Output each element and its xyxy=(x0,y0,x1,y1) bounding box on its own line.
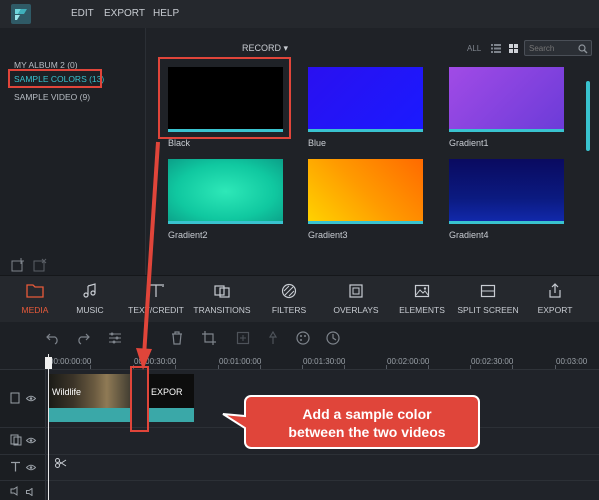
pip-track-icon xyxy=(10,434,22,446)
clip-audio-waveform xyxy=(48,408,132,422)
tab-label: TRANSITIONS xyxy=(193,305,251,315)
filmora-logo-icon xyxy=(15,9,27,20)
tab-export[interactable]: EXPORT xyxy=(533,276,577,323)
gap-highlight-box xyxy=(130,366,149,432)
library-item-sample-video[interactable]: SAMPLE VIDEO (9) xyxy=(14,92,90,102)
folder-icon xyxy=(26,284,44,298)
tab-label: TEXT/CREDIT xyxy=(128,305,184,315)
tab-filters[interactable]: FILTERS xyxy=(264,276,314,323)
timecode: 00:02:00:00 xyxy=(387,357,430,366)
chevron-down-icon: ▾ xyxy=(283,43,289,53)
menu-edit[interactable]: EDIT xyxy=(71,8,94,19)
crop-icon[interactable] xyxy=(202,331,216,345)
tab-music[interactable]: MUSIC xyxy=(68,276,112,323)
color-swatch xyxy=(168,159,283,224)
record-dropdown[interactable]: RECORD ▾ xyxy=(242,43,288,54)
menubar: EDIT EXPORT HELP xyxy=(0,0,599,28)
adjust-icon[interactable] xyxy=(108,331,122,345)
color-swatch xyxy=(308,67,423,132)
elements-icon xyxy=(414,284,430,298)
timecode: 00:01:00:00 xyxy=(219,357,262,366)
freeze-frame-icon[interactable] xyxy=(236,331,250,345)
timecode: 00:00:00:00 xyxy=(49,357,92,366)
text-icon xyxy=(148,284,164,297)
music-note-icon xyxy=(83,283,96,298)
remove-folder-icon[interactable] xyxy=(33,258,47,272)
tab-label: FILTERS xyxy=(271,305,307,315)
tab-split-screen[interactable]: SPLIT SCREEN xyxy=(455,276,521,323)
text-track-icon xyxy=(11,461,20,472)
sample-colors-highlight-box xyxy=(8,69,102,88)
filter-all[interactable]: ALL xyxy=(467,44,481,53)
tab-text-credit[interactable]: TEXT/CREDIT xyxy=(124,276,188,323)
list-view-icon[interactable] xyxy=(491,44,501,53)
color-palette-icon[interactable] xyxy=(296,331,310,345)
library-panel: MY ALBUM 2 (0) SAMPLE COLORS (13) SAMPLE… xyxy=(0,28,145,275)
timeline-ruler[interactable]: 00:00:00:00 00:00:30:00 00:01:00:00 00:0… xyxy=(0,354,599,370)
tile-label: Gradient1 xyxy=(449,138,489,148)
tab-overlays[interactable]: OVERLAYS xyxy=(328,276,384,323)
timeline-toolbar xyxy=(0,322,599,354)
tab-label: EXPORT xyxy=(537,305,573,315)
tab-elements[interactable]: ELEMENTS xyxy=(395,276,449,323)
eye-icon[interactable] xyxy=(26,464,36,471)
annotation-line-2: between the two videos xyxy=(288,424,446,440)
export-icon xyxy=(549,283,561,298)
tile-label: Black xyxy=(168,138,191,148)
annotation-line-1: Add a sample color xyxy=(302,406,432,422)
record-dropdown-label: RECORD xyxy=(242,43,282,53)
annotation-text: Add a sample color between the two video… xyxy=(263,405,471,441)
tile-label: Blue xyxy=(308,138,327,148)
video-track-icon xyxy=(10,392,20,404)
tab-transitions[interactable]: TRANSITIONS xyxy=(189,276,255,323)
redo-icon[interactable] xyxy=(76,331,90,345)
tile-label: Gradient3 xyxy=(308,230,348,240)
black-tile-highlight-box xyxy=(158,57,291,139)
color-swatch xyxy=(308,159,423,224)
clip-label: Wildlife xyxy=(52,387,82,397)
audio-track-icon xyxy=(10,486,18,496)
tab-label: MUSIC xyxy=(76,305,104,315)
tab-media[interactable]: MEDIA xyxy=(12,276,58,323)
playhead-handle[interactable] xyxy=(45,357,52,369)
search-icon[interactable] xyxy=(578,44,588,54)
color-swatch xyxy=(449,159,564,224)
clip-label: EXPOR xyxy=(151,387,183,397)
app-logo[interactable] xyxy=(11,4,31,24)
pin-icon[interactable] xyxy=(266,331,280,345)
video-clip-export[interactable]: EXPOR xyxy=(147,374,194,422)
timecode: 00:01:30:00 xyxy=(303,357,346,366)
split-screen-icon xyxy=(480,284,496,298)
timecode: 00:03:00 xyxy=(556,357,588,366)
playhead-line[interactable] xyxy=(48,354,49,500)
speaker-icon[interactable] xyxy=(26,488,36,496)
clock-icon[interactable] xyxy=(326,331,340,345)
browser-scrollbar[interactable] xyxy=(586,81,590,151)
tile-label: Gradient2 xyxy=(168,230,208,240)
scissors-icon[interactable] xyxy=(55,458,67,468)
transitions-icon xyxy=(214,285,230,298)
overlays-icon xyxy=(349,284,363,298)
delete-icon[interactable] xyxy=(170,331,184,345)
tab-label: OVERLAYS xyxy=(333,305,379,315)
eye-icon[interactable] xyxy=(26,395,36,402)
tab-label: MEDIA xyxy=(21,305,49,315)
add-folder-icon[interactable] xyxy=(11,258,25,272)
menu-help[interactable]: HELP xyxy=(153,8,179,19)
grid-view-icon[interactable] xyxy=(509,44,518,53)
video-clip-wildlife[interactable]: Wildlife xyxy=(48,374,132,422)
timecode: 00:02:30:00 xyxy=(471,357,514,366)
timecode: 00:00:30:00 xyxy=(134,357,177,366)
undo-icon[interactable] xyxy=(46,331,60,345)
eye-icon[interactable] xyxy=(26,437,36,444)
menu-export[interactable]: EXPORT xyxy=(104,8,145,19)
color-swatch xyxy=(449,67,564,132)
tile-label: Gradient4 xyxy=(449,230,489,240)
clip-audio-waveform xyxy=(147,408,194,422)
tool-tabs: MEDIA MUSIC TEXT/CREDIT TRANSITIONS FILT… xyxy=(0,275,599,322)
tab-label: ELEMENTS xyxy=(399,305,445,315)
filters-icon xyxy=(281,283,297,299)
tab-label: SPLIT SCREEN xyxy=(457,305,519,315)
